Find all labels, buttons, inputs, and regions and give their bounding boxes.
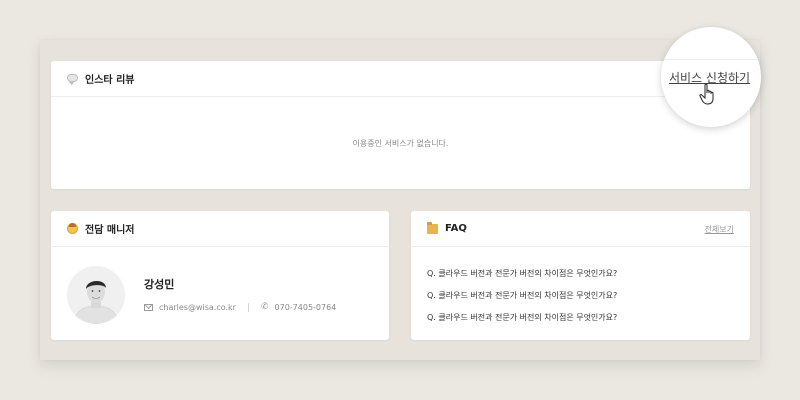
insta-review-title: 인스타 리뷰 (85, 75, 135, 86)
manager-card: 전담 매니저 강성민 charles@wisa.co.kr ✆ 070-7405… (51, 211, 389, 340)
manager-title: 전담 매니저 (85, 225, 135, 236)
magnifier-callout: 서비스 신청하기 (661, 27, 761, 127)
empty-service-message: 이용중인 서비스가 없습니다. (352, 139, 449, 148)
manager-photo (67, 266, 125, 324)
manager-name: 강성민 (144, 278, 175, 291)
avatar (67, 266, 125, 324)
faq-view-all-link[interactable]: 전체보기 (705, 224, 734, 235)
speech-bubble-icon (67, 73, 78, 85)
faq-item[interactable]: Q. 클라우드 버전과 전문가 버전의 차이점은 무엇인가요? (427, 290, 617, 301)
faq-title: FAQ (445, 223, 467, 234)
magnifier-divider (661, 59, 761, 60)
insta-review-header: 인스타 리뷰 (51, 61, 750, 97)
insta-review-card: 인스타 리뷰 이용중인 서비스가 없습니다. (51, 61, 750, 189)
faq-card: FAQ 전체보기 Q. 클라우드 버전과 전문가 버전의 차이점은 무엇인가요?… (411, 211, 750, 340)
faq-item[interactable]: Q. 클라우드 버전과 전문가 버전의 차이점은 무엇인가요? (427, 312, 617, 323)
mail-icon (144, 303, 153, 311)
faq-header: FAQ 전체보기 (411, 211, 750, 247)
faq-item[interactable]: Q. 클라우드 버전과 전문가 버전의 차이점은 무엇인가요? (427, 268, 617, 279)
face-icon (67, 223, 78, 234)
folder-icon (427, 221, 438, 234)
hand-cursor-icon (699, 83, 714, 105)
manager-email[interactable]: charles@wisa.co.kr (159, 303, 236, 312)
manager-phone[interactable]: 070-7405-0764 (275, 303, 337, 312)
manager-header: 전담 매니저 (51, 211, 389, 247)
phone-icon: ✆ (260, 302, 269, 312)
contact-divider (247, 302, 249, 312)
manager-contact: charles@wisa.co.kr ✆ 070-7405-0764 (144, 302, 336, 312)
